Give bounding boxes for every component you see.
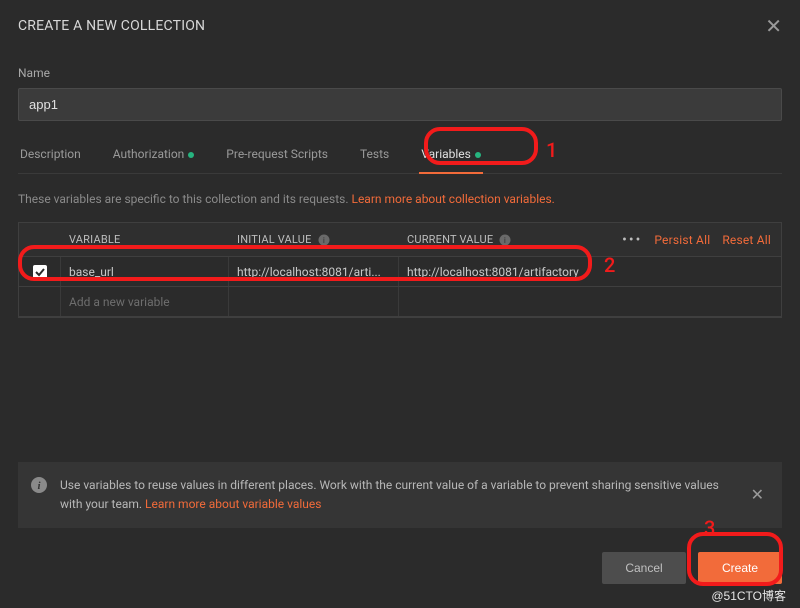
variables-table: VARIABLE INITIAL VALUE i CURRENT VALUE i… (18, 222, 782, 318)
name-input[interactable] (18, 88, 782, 121)
persist-all-button[interactable]: Persist All (654, 233, 710, 247)
tab-prerequest[interactable]: Pre-request Scripts (224, 147, 330, 173)
table-row: base_url http://localhost:8081/arti... h… (19, 257, 781, 287)
reset-all-button[interactable]: Reset All (722, 233, 771, 247)
create-button[interactable]: Create (698, 552, 782, 584)
modal-title: CREATE A NEW COLLECTION (18, 18, 205, 34)
tab-tests[interactable]: Tests (358, 147, 391, 173)
add-variable-placeholder[interactable]: Add a new variable (61, 287, 229, 316)
tabs: Description Authorization Pre-request Sc… (18, 147, 782, 174)
row-checkbox[interactable] (33, 265, 47, 279)
cell-current[interactable]: http://localhost:8081/artifactory (399, 257, 781, 286)
info-icon: i (30, 476, 48, 498)
close-icon[interactable]: ✕ (765, 16, 782, 36)
modal-body: Name Description Authorization Pre-reque… (0, 48, 800, 450)
table-header: VARIABLE INITIAL VALUE i CURRENT VALUE i… (19, 223, 781, 257)
col-current: CURRENT VALUE i (399, 233, 579, 246)
cell-initial[interactable]: http://localhost:8081/arti... (229, 257, 399, 286)
new-collection-modal: CREATE A NEW COLLECTION ✕ Name Descripti… (0, 0, 800, 608)
info-icon[interactable]: i (318, 234, 330, 246)
tab-description[interactable]: Description (18, 147, 83, 173)
svg-text:i: i (504, 236, 506, 245)
col-initial: INITIAL VALUE i (229, 233, 399, 246)
cell-variable[interactable]: base_url (61, 257, 229, 286)
banner-close-icon[interactable]: ✕ (745, 483, 770, 506)
tab-variables[interactable]: Variables (419, 147, 483, 173)
banner-text: Use variables to reuse values in differe… (60, 476, 733, 514)
name-label: Name (18, 66, 782, 80)
modal-header: CREATE A NEW COLLECTION ✕ (0, 0, 800, 48)
tab-authorization[interactable]: Authorization (111, 147, 197, 173)
col-variable: VARIABLE (61, 233, 229, 246)
modal-footer: Cancel Create (0, 528, 800, 608)
banner-link[interactable]: Learn more about variable values (145, 497, 321, 511)
help-text: These variables are specific to this col… (18, 192, 782, 206)
learn-more-link[interactable]: Learn more about collection variables. (351, 192, 554, 206)
watermark: @51CTO博客 (711, 587, 786, 604)
cancel-button[interactable]: Cancel (602, 552, 686, 584)
add-variable-row[interactable]: Add a new variable (19, 287, 781, 317)
table-actions: ••• Persist All Reset All (579, 232, 781, 248)
more-icon[interactable]: ••• (622, 232, 642, 248)
info-icon[interactable]: i (499, 234, 511, 246)
dot-icon (188, 152, 194, 158)
dot-icon (475, 152, 481, 158)
svg-text:i: i (323, 236, 325, 245)
info-banner: i Use variables to reuse values in diffe… (18, 462, 782, 528)
